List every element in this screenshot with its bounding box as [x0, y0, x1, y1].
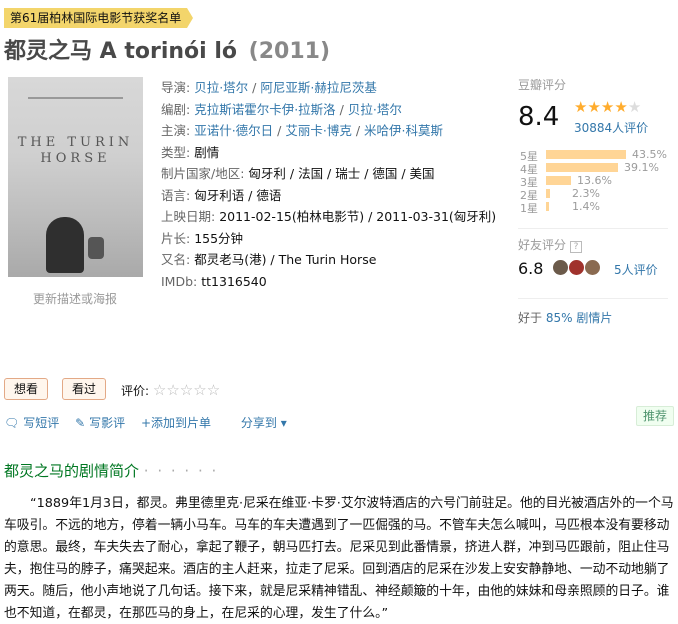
- info-language: 语言: 匈牙利语 / 德语: [161, 187, 282, 203]
- info-imdb: IMDb: tt1316540: [161, 273, 267, 289]
- rating-bar-row: 1星 1.4%: [518, 200, 668, 215]
- friend-score: 6.8: [518, 259, 544, 278]
- cast-link[interactable]: 亚诺什·德尔日: [194, 123, 273, 138]
- info-release: 上映日期: 2011-02-15(柏林电影节) / 2011-03-31(匈牙利…: [161, 209, 497, 224]
- rating-bar-row: 4星 39.1%: [518, 161, 668, 176]
- rate-star-icon[interactable]: ☆: [207, 381, 220, 399]
- rating-bar-percent: 39.1%: [624, 161, 659, 174]
- rating-bar-row: 5星 43.5%: [518, 148, 668, 163]
- rate-star-icon[interactable]: ☆: [180, 381, 193, 399]
- share-dropdown[interactable]: 分享到 ▾: [241, 416, 287, 430]
- poster-title-text: THE TURIN HORSE: [17, 135, 134, 166]
- award-badge[interactable]: 第61届柏林国际电影节获奖名单: [4, 8, 194, 28]
- write-short-review-link[interactable]: 🗨︎ 写短评: [4, 416, 59, 430]
- movie-year: (2011): [248, 39, 331, 64]
- comment-icon: 🗨︎: [4, 416, 20, 430]
- rating-bar-label: 1星: [520, 202, 538, 215]
- rating-bar-fill: [546, 150, 626, 159]
- rate-star-icon[interactable]: ☆: [193, 381, 206, 399]
- writer-link[interactable]: 克拉斯诺霍尔卡伊·拉斯洛: [194, 102, 335, 117]
- cast-link[interactable]: 艾丽卡·博克: [285, 123, 351, 138]
- page-title: 都灵之马 A torinói ló (2011): [4, 33, 330, 65]
- update-poster-link[interactable]: 更新描述或海报: [33, 290, 117, 307]
- pen-icon: ✎: [75, 416, 86, 430]
- synopsis-heading: 都灵之马的剧情简介 · · · · · ·: [4, 462, 219, 480]
- poster-bucket: [88, 237, 104, 259]
- star-icon: ★: [587, 98, 601, 116]
- info-cast: 主演: 亚诺什·德尔日 / 艾丽卡·博克 / 米哈伊·科莫斯: [161, 123, 444, 138]
- synopsis-text: “1889年1月3日，都灵。弗里德里克·尼采在维亚·卡罗·艾尔波特酒店的六号门前…: [4, 496, 674, 621]
- rating-bar-percent: 2.3%: [572, 187, 600, 200]
- avatar[interactable]: [553, 260, 568, 275]
- add-to-list-link[interactable]: +添加到片单: [141, 416, 211, 430]
- rate-star-icon[interactable]: ☆: [166, 381, 179, 399]
- star-icon: ★: [614, 98, 628, 116]
- watched-button[interactable]: 看过: [62, 378, 107, 400]
- writer-link[interactable]: 贝拉·塔尔: [348, 102, 402, 117]
- rating-distribution: 5星 43.5% 4星 39.1% 3星 13.6% 2星 2.3% 1星 1.4%: [518, 148, 668, 215]
- better-than: 好于 85% 剧情片: [518, 311, 613, 325]
- rating-bar-percent: 43.5%: [632, 148, 667, 161]
- rating-score: 8.4: [518, 102, 560, 132]
- action-bar: 🗨︎ 写短评 ✎ 写影评 +添加到片单 分享到 ▾: [4, 414, 287, 431]
- friend-count-link[interactable]: 5人评价: [614, 261, 658, 278]
- friend-avatars[interactable]: [553, 260, 601, 275]
- rating-bar-percent: 1.4%: [572, 200, 600, 213]
- rating-bar-row: 2星 2.3%: [518, 187, 668, 202]
- info-genre: 类型: 剧情: [161, 144, 220, 160]
- movie-poster[interactable]: THE TURIN HORSE: [8, 77, 143, 277]
- divider: [518, 298, 668, 299]
- star-empty-icon: ★: [627, 98, 642, 116]
- poster-figure: [46, 217, 84, 273]
- info-aka: 又名: 都灵老马(港) / The Turin Horse: [161, 252, 377, 267]
- rating-title: 豆瓣评分: [518, 78, 567, 92]
- movie-info: 导演: 贝拉·塔尔 / 阿尼亚斯·赫拉尼茨基 编剧: 克拉斯诺霍尔卡伊·拉斯洛 …: [161, 77, 496, 292]
- rating-bar-fill: [546, 176, 571, 185]
- user-rating: 评价: ☆☆☆☆☆: [121, 381, 221, 399]
- info-country: 制片国家/地区: 匈牙利 / 法国 / 瑞士 / 德国 / 美国: [161, 166, 435, 181]
- poster-line: [28, 97, 123, 99]
- info-director: 导演: 贝拉·塔尔 / 阿尼亚斯·赫拉尼茨基: [161, 80, 377, 95]
- rating-bar-row: 3星 13.6%: [518, 174, 668, 189]
- chevron-down-icon: ▾: [280, 416, 287, 430]
- rate-star-icon[interactable]: ☆: [153, 381, 166, 399]
- avatar[interactable]: [569, 260, 584, 275]
- better-than-link[interactable]: 85% 剧情片: [546, 311, 613, 325]
- rating-panel: 豆瓣评分 8.4 ★★★★★ 30884人评价 5星 43.5% 4星 39.1% 3星…: [518, 76, 668, 215]
- friend-rating-title: 好友评分?: [518, 236, 583, 253]
- recommend-button[interactable]: 推荐: [636, 406, 675, 426]
- rating-bar-percent: 13.6%: [577, 174, 612, 187]
- avatar[interactable]: [585, 260, 600, 275]
- help-icon[interactable]: ?: [570, 241, 583, 253]
- star-icon: ★: [574, 98, 588, 116]
- want-to-watch-button[interactable]: 想看: [4, 378, 49, 400]
- rating-stars: ★★★★★: [574, 98, 641, 116]
- rating-count-link[interactable]: 30884人评价: [574, 119, 648, 136]
- divider: [518, 228, 668, 229]
- info-runtime: 片长: 155分钟: [161, 230, 244, 246]
- rating-bar-fill: [546, 202, 549, 211]
- director-link[interactable]: 贝拉·塔尔: [194, 80, 248, 95]
- rating-bar-fill: [546, 163, 618, 172]
- director-link[interactable]: 阿尼亚斯·赫拉尼茨基: [260, 80, 376, 95]
- info-writer: 编剧: 克拉斯诺霍尔卡伊·拉斯洛 / 贝拉·塔尔: [161, 101, 402, 117]
- rating-bar-fill: [546, 189, 550, 198]
- star-icon: ★: [600, 98, 615, 116]
- movie-name: 都灵之马 A torinói ló: [4, 39, 237, 64]
- cast-link[interactable]: 米哈伊·科莫斯: [364, 123, 443, 138]
- write-review-link[interactable]: ✎ 写影评: [75, 416, 125, 430]
